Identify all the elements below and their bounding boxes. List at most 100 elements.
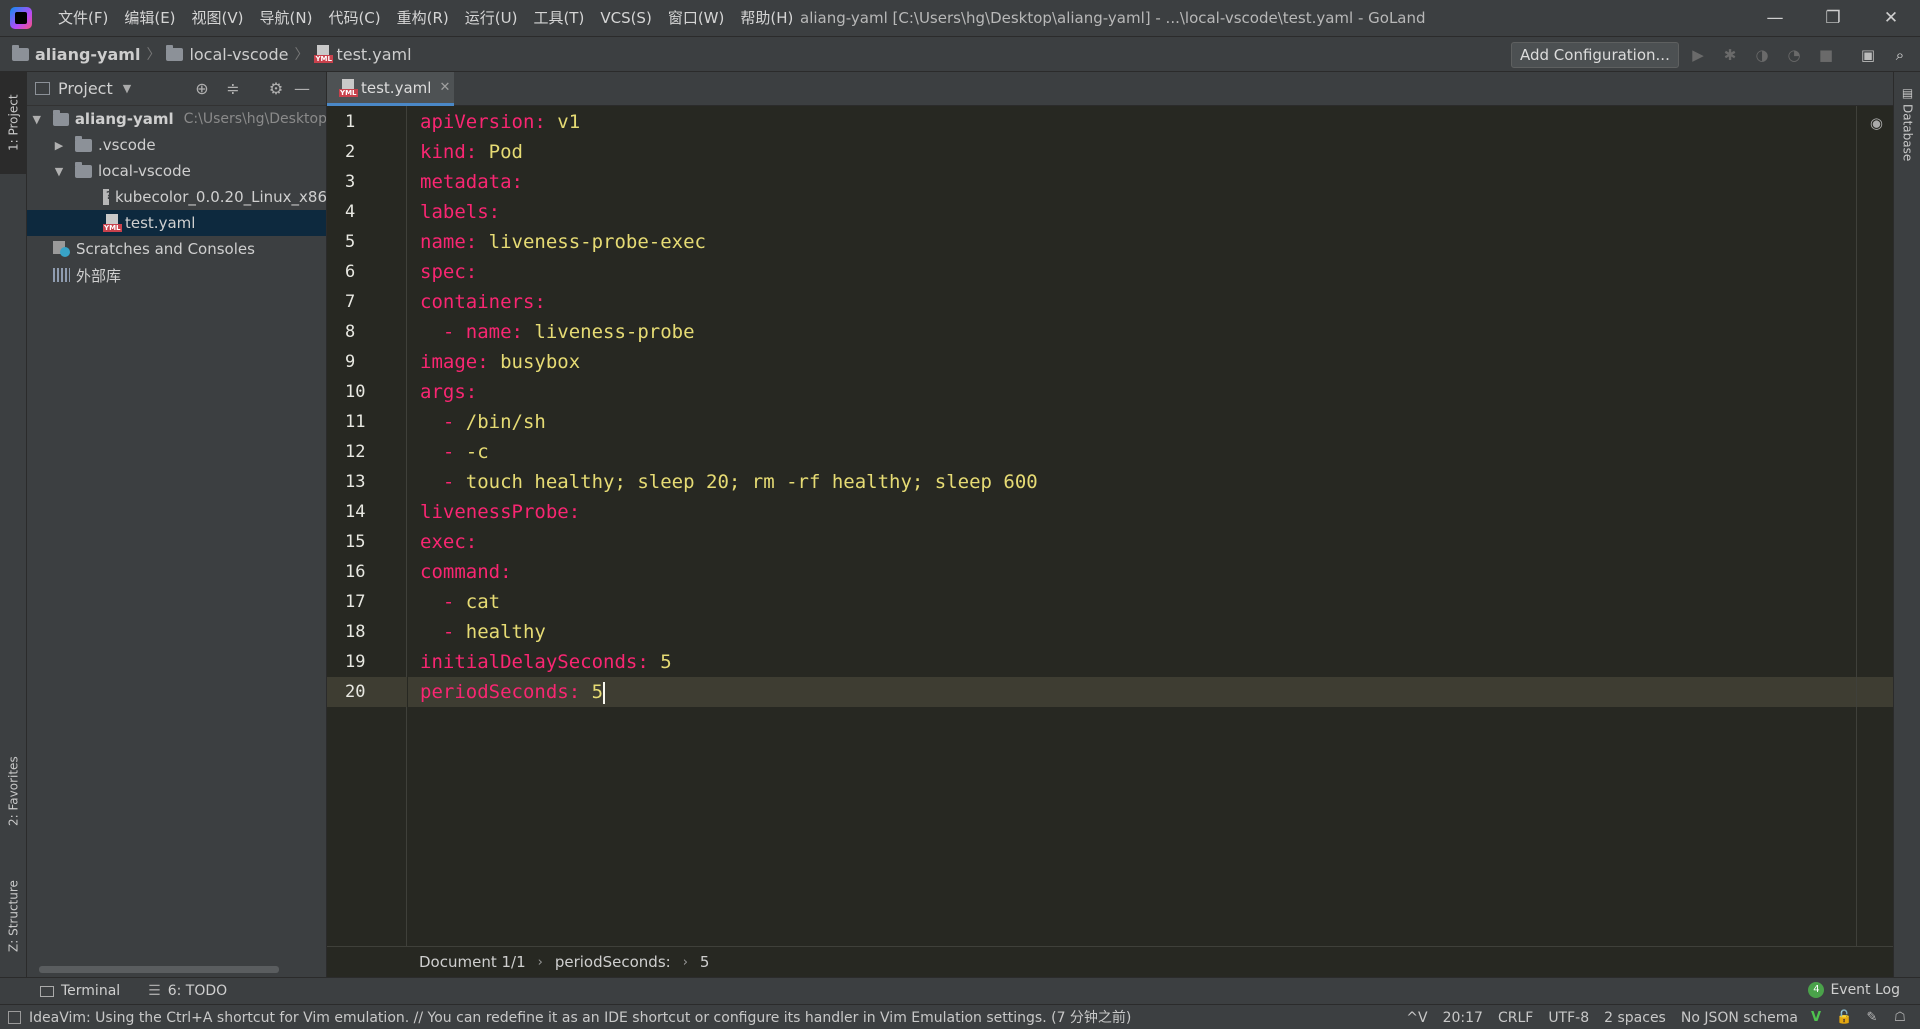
lock-icon[interactable]: 🔓	[1836, 1010, 1852, 1026]
collapse-all-icon[interactable]: ≑	[222, 78, 244, 100]
tree-item-scratches[interactable]: Scratches and Consoles	[27, 236, 326, 262]
code-line[interactable]: containers:	[408, 287, 1893, 317]
search-icon[interactable]: ⌕	[1890, 45, 1910, 65]
notifications-icon[interactable]: ☖	[1892, 1010, 1908, 1026]
breadcrumb-file[interactable]: test.yaml	[314, 45, 412, 64]
horizontal-scrollbar[interactable]	[39, 966, 279, 973]
tree-item-root[interactable]: ▼ aliang-yaml C:\Users\hg\Desktop	[27, 106, 326, 132]
breadcrumb-folder[interactable]: local-vscode	[166, 44, 288, 64]
line-number[interactable]: 20	[327, 677, 407, 707]
wrench-icon[interactable]: ✎	[1864, 1010, 1880, 1026]
line-number[interactable]: 16	[327, 557, 407, 587]
status-message[interactable]: IdeaVim: Using the Ctrl+A shortcut for V…	[8, 1007, 1131, 1027]
toggle-toolwindows-icon[interactable]	[8, 1010, 21, 1024]
code-line[interactable]: name: liveness-probe-exec	[408, 227, 1893, 257]
line-number[interactable]: 19	[327, 647, 407, 677]
tree-item-local-vscode[interactable]: ▼ local-vscode	[27, 158, 326, 184]
breadcrumb-project[interactable]: aliang-yaml	[12, 44, 140, 64]
tab-favorites-toolwindow[interactable]: 2: Favorites	[0, 740, 27, 842]
json-schema[interactable]: No JSON schema	[1681, 1010, 1798, 1026]
tab-project-toolwindow[interactable]: 1: Project	[0, 72, 27, 174]
tree-item-external-libs[interactable]: 外部库	[27, 262, 326, 288]
line-number[interactable]: 12	[327, 437, 407, 467]
code-line[interactable]: livenessProbe:	[408, 497, 1893, 527]
event-log-button[interactable]: 4 Event Log	[1808, 982, 1900, 998]
code-line[interactable]: metadata:	[408, 167, 1893, 197]
line-number[interactable]: 10	[327, 377, 407, 407]
chevron-right-icon[interactable]: ▶	[53, 139, 65, 152]
line-number[interactable]: 14	[327, 497, 407, 527]
code-line[interactable]: periodSeconds: 5	[408, 677, 1893, 707]
menu-vcs[interactable]: VCS(S)	[592, 0, 659, 36]
tree-item-kubecolor[interactable]: kubecolor_0.0.20_Linux_x86	[27, 184, 326, 210]
add-configuration-button[interactable]: Add Configuration...	[1511, 42, 1679, 68]
hide-panel-icon[interactable]: —	[291, 78, 313, 100]
code-line[interactable]: - /bin/sh	[408, 407, 1893, 437]
line-number[interactable]: 18	[327, 617, 407, 647]
line-number[interactable]: 2	[327, 137, 407, 167]
coverage-icon[interactable]: ◑	[1752, 45, 1772, 65]
eye-icon[interactable]: ◉	[1870, 114, 1883, 132]
locate-file-icon[interactable]: ⊕	[191, 78, 213, 100]
line-number[interactable]: 8	[327, 317, 407, 347]
close-icon[interactable]: ✕	[439, 80, 450, 95]
line-number[interactable]: 15	[327, 527, 407, 557]
menu-file[interactable]: 文件(F)	[50, 0, 116, 36]
line-number[interactable]: 3	[327, 167, 407, 197]
menu-edit[interactable]: 编辑(E)	[116, 0, 183, 36]
terminal-button[interactable]: Terminal	[40, 983, 120, 999]
line-number[interactable]: 1	[327, 107, 407, 137]
caret-position[interactable]: 20:17	[1443, 1010, 1483, 1026]
vim-icon[interactable]: V	[1808, 1010, 1824, 1026]
line-separator[interactable]: CRLF	[1498, 1010, 1533, 1026]
menu-run[interactable]: 运行(U)	[457, 0, 526, 36]
code-line[interactable]: - -c	[408, 437, 1893, 467]
code-line[interactable]: - touch healthy; sleep 20; rm -rf health…	[408, 467, 1893, 497]
code-line[interactable]: exec:	[408, 527, 1893, 557]
code-line[interactable]: labels:	[408, 197, 1893, 227]
breadcrumb-value[interactable]: 5	[700, 953, 710, 971]
code-line[interactable]: - cat	[408, 587, 1893, 617]
code-line[interactable]: args:	[408, 377, 1893, 407]
code-line[interactable]: spec:	[408, 257, 1893, 287]
code-line[interactable]: command:	[408, 557, 1893, 587]
menu-help[interactable]: 帮助(H)	[732, 0, 801, 36]
line-number[interactable]: 13	[327, 467, 407, 497]
menu-tools[interactable]: 工具(T)	[525, 0, 592, 36]
line-number-gutter[interactable]: 1 2 3 4 5 6 7 8 9 10 11 12 13 14 15 16 17 18 19 20	[327, 106, 407, 946]
tab-structure-toolwindow[interactable]: Z: Structure	[0, 862, 27, 970]
tab-database-toolwindow[interactable]: ▤ Database	[1894, 86, 1920, 161]
profile-icon[interactable]: ◔	[1784, 45, 1804, 65]
chevron-down-icon[interactable]: ▼	[53, 165, 65, 178]
stop-icon[interactable]: ■	[1816, 45, 1836, 65]
run-icon[interactable]: ▶	[1688, 45, 1708, 65]
minimize-button[interactable]: —	[1746, 0, 1804, 36]
chevron-down-icon[interactable]: ▼	[31, 113, 43, 126]
code-line[interactable]: - healthy	[408, 617, 1893, 647]
menu-code[interactable]: 代码(C)	[320, 0, 388, 36]
menu-refactor[interactable]: 重构(R)	[389, 0, 457, 36]
line-number[interactable]: 7	[327, 287, 407, 317]
code-line[interactable]: - name: liveness-probe	[408, 317, 1893, 347]
tab-test-yaml[interactable]: test.yaml ✕	[327, 72, 454, 106]
vim-mode[interactable]: ^V	[1406, 1010, 1427, 1026]
menu-window[interactable]: 窗口(W)	[660, 0, 733, 36]
project-structure-icon[interactable]: ▣	[1858, 45, 1878, 65]
line-number[interactable]: 17	[327, 587, 407, 617]
menu-view[interactable]: 视图(V)	[184, 0, 252, 36]
file-encoding[interactable]: UTF-8	[1548, 1010, 1589, 1026]
tree-item-vscode[interactable]: ▶ .vscode	[27, 132, 326, 158]
gear-icon[interactable]: ⚙	[265, 78, 287, 100]
code-editor[interactable]: apiVersion: v1 kind: Pod metadata: labels: n…	[408, 106, 1893, 946]
breadcrumb-key[interactable]: periodSeconds:	[555, 953, 671, 971]
code-line[interactable]: apiVersion: v1	[408, 107, 1893, 137]
project-view-selector[interactable]: Project ▼	[35, 79, 131, 98]
code-line[interactable]: image: busybox	[408, 347, 1893, 377]
code-line[interactable]: kind: Pod	[408, 137, 1893, 167]
indent-setting[interactable]: 2 spaces	[1604, 1010, 1666, 1026]
breadcrumb-document[interactable]: Document 1/1	[419, 953, 526, 971]
debug-icon[interactable]: ✱	[1720, 45, 1740, 65]
line-number[interactable]: 6	[327, 257, 407, 287]
menu-navigate[interactable]: 导航(N)	[252, 0, 321, 36]
close-button[interactable]: ✕	[1862, 0, 1920, 36]
